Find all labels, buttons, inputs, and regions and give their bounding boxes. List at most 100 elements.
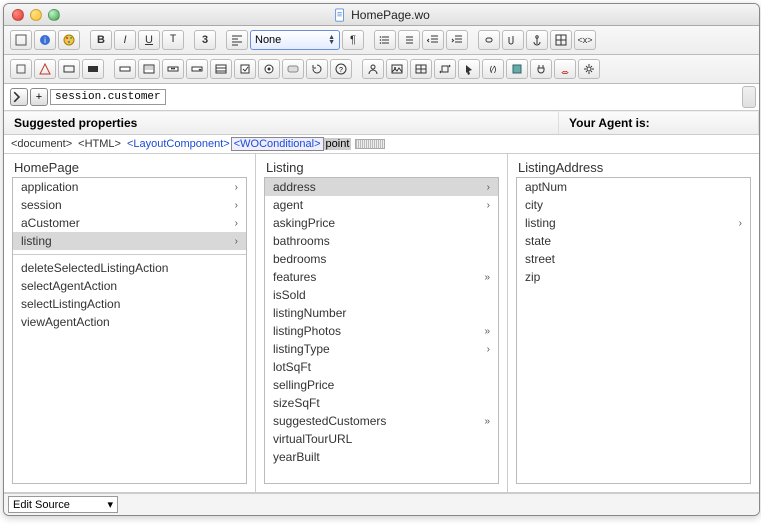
chevron-right-icon: › bbox=[235, 236, 238, 247]
list-item[interactable]: state bbox=[517, 232, 750, 250]
frame-button[interactable] bbox=[550, 30, 572, 50]
list-item[interactable]: selectAgentAction bbox=[13, 277, 246, 295]
list-item[interactable]: bedrooms bbox=[265, 250, 498, 268]
italic-button[interactable]: I bbox=[114, 30, 136, 50]
column-list[interactable]: address›agent›askingPricebathroomsbedroo… bbox=[264, 177, 499, 484]
list-item-label: sellingPrice bbox=[273, 378, 334, 392]
textarea-button[interactable] bbox=[138, 59, 160, 79]
rect-button[interactable] bbox=[58, 59, 80, 79]
list-item[interactable]: aptNum bbox=[517, 178, 750, 196]
chevron-right-icon: › bbox=[487, 200, 490, 211]
list-item[interactable]: aCustomer› bbox=[13, 214, 246, 232]
list-item[interactable]: listing› bbox=[13, 232, 246, 250]
list-item[interactable]: selectListingAction bbox=[13, 295, 246, 313]
java-button[interactable] bbox=[554, 59, 576, 79]
list-component-button[interactable] bbox=[210, 59, 232, 79]
add-binding-button[interactable]: + bbox=[30, 88, 48, 106]
bold-button[interactable]: B bbox=[90, 30, 112, 50]
password-button[interactable]: •• bbox=[162, 59, 184, 79]
list-item[interactable]: city bbox=[517, 196, 750, 214]
warning-button[interactable] bbox=[34, 59, 56, 79]
indent-button[interactable] bbox=[446, 30, 468, 50]
repetition-button[interactable] bbox=[434, 59, 456, 79]
list-item[interactable]: zip bbox=[517, 268, 750, 286]
list-item[interactable]: deleteSelectedListingAction bbox=[13, 259, 246, 277]
minimize-button[interactable] bbox=[30, 9, 42, 21]
help-button[interactable]: ? bbox=[330, 59, 352, 79]
box-button[interactable] bbox=[10, 59, 32, 79]
breadcrumb-conditional[interactable]: <WOConditional> bbox=[231, 137, 324, 151]
filled-rect-button[interactable] bbox=[82, 59, 104, 79]
component-button[interactable] bbox=[506, 59, 528, 79]
breadcrumb-document[interactable]: <document> bbox=[10, 138, 73, 150]
svg-text:i: i bbox=[44, 36, 46, 45]
anchor-button[interactable] bbox=[526, 30, 548, 50]
list-item-label: features bbox=[273, 270, 316, 284]
list-item[interactable]: listingNumber bbox=[265, 304, 498, 322]
typewriter-button[interactable]: T bbox=[162, 30, 184, 50]
column-list[interactable]: application›session›aCustomer›listing› de… bbox=[12, 177, 247, 484]
vertical-scrollbar[interactable] bbox=[742, 86, 756, 108]
inspector-button[interactable] bbox=[10, 30, 32, 50]
link-button[interactable] bbox=[478, 30, 500, 50]
breadcrumb-layout[interactable]: <LayoutComponent> bbox=[126, 138, 231, 150]
list-item[interactable]: yearBuilt bbox=[265, 448, 498, 466]
list-item[interactable]: session› bbox=[13, 196, 246, 214]
zoom-button[interactable] bbox=[48, 9, 60, 21]
checkbox-button[interactable] bbox=[234, 59, 256, 79]
align-left-button[interactable] bbox=[226, 30, 248, 50]
plug-button[interactable] bbox=[530, 59, 552, 79]
reset-button[interactable] bbox=[306, 59, 328, 79]
list-item[interactable]: listingType› bbox=[265, 340, 498, 358]
gear-button[interactable] bbox=[578, 59, 600, 79]
radio-button[interactable] bbox=[258, 59, 280, 79]
list-item[interactable]: street bbox=[517, 250, 750, 268]
style-select[interactable]: None ▲▼ bbox=[250, 30, 340, 50]
list-item[interactable]: application› bbox=[13, 178, 246, 196]
list-item[interactable]: sizeSqFt bbox=[265, 394, 498, 412]
list-item-label: listingNumber bbox=[273, 306, 346, 320]
ordered-list-button[interactable] bbox=[398, 30, 420, 50]
list-item[interactable]: viewAgentAction bbox=[13, 313, 246, 331]
list-item-label: sizeSqFt bbox=[273, 396, 320, 410]
close-button[interactable] bbox=[12, 9, 24, 21]
list-item[interactable]: address› bbox=[265, 178, 498, 196]
list-button[interactable] bbox=[374, 30, 396, 50]
list-item[interactable]: agent› bbox=[265, 196, 498, 214]
collapse-button[interactable] bbox=[10, 88, 28, 106]
list-item[interactable]: virtualTourURL bbox=[265, 430, 498, 448]
image-button[interactable] bbox=[386, 59, 408, 79]
submit-button[interactable] bbox=[282, 59, 304, 79]
section-headers: Suggested properties Your Agent is: bbox=[4, 111, 759, 135]
underline-button[interactable]: U bbox=[138, 30, 160, 50]
person-button[interactable] bbox=[362, 59, 384, 79]
list-item[interactable]: listing› bbox=[517, 214, 750, 232]
breadcrumb-html[interactable]: <HTML> bbox=[77, 138, 122, 150]
column-list[interactable]: aptNumcitylisting›statestreetzip bbox=[516, 177, 751, 484]
list-item[interactable]: sellingPrice bbox=[265, 376, 498, 394]
svg-text:?: ? bbox=[339, 67, 343, 74]
binding-text[interactable]: session.customer bbox=[50, 89, 166, 105]
palette-button[interactable] bbox=[58, 30, 80, 50]
custom-button[interactable]: ⟨⁄⟩ bbox=[482, 59, 504, 79]
list-item[interactable]: isSold bbox=[265, 286, 498, 304]
popup-button[interactable] bbox=[186, 59, 208, 79]
cursor-button[interactable] bbox=[458, 59, 480, 79]
list-item[interactable]: features» bbox=[265, 268, 498, 286]
paragraph-button[interactable]: ¶ bbox=[342, 30, 364, 50]
list-item[interactable]: suggestedCustomers» bbox=[265, 412, 498, 430]
outdent-button[interactable] bbox=[422, 30, 444, 50]
textfield-button[interactable] bbox=[114, 59, 136, 79]
list-item[interactable]: askingPrice bbox=[265, 214, 498, 232]
table-button[interactable] bbox=[410, 59, 432, 79]
attachment-button[interactable] bbox=[502, 30, 524, 50]
source-button[interactable]: <x> bbox=[574, 30, 596, 50]
splitter-handle-icon[interactable] bbox=[355, 139, 385, 149]
mode-select[interactable]: Edit Source ▾ bbox=[8, 496, 118, 513]
heading-button[interactable]: 3 bbox=[194, 30, 216, 50]
info-button[interactable]: i bbox=[34, 30, 56, 50]
list-item[interactable]: lotSqFt bbox=[265, 358, 498, 376]
list-item[interactable]: bathrooms bbox=[265, 232, 498, 250]
list-item[interactable]: listingPhotos» bbox=[265, 322, 498, 340]
section-header-left: Suggested properties bbox=[4, 111, 559, 134]
